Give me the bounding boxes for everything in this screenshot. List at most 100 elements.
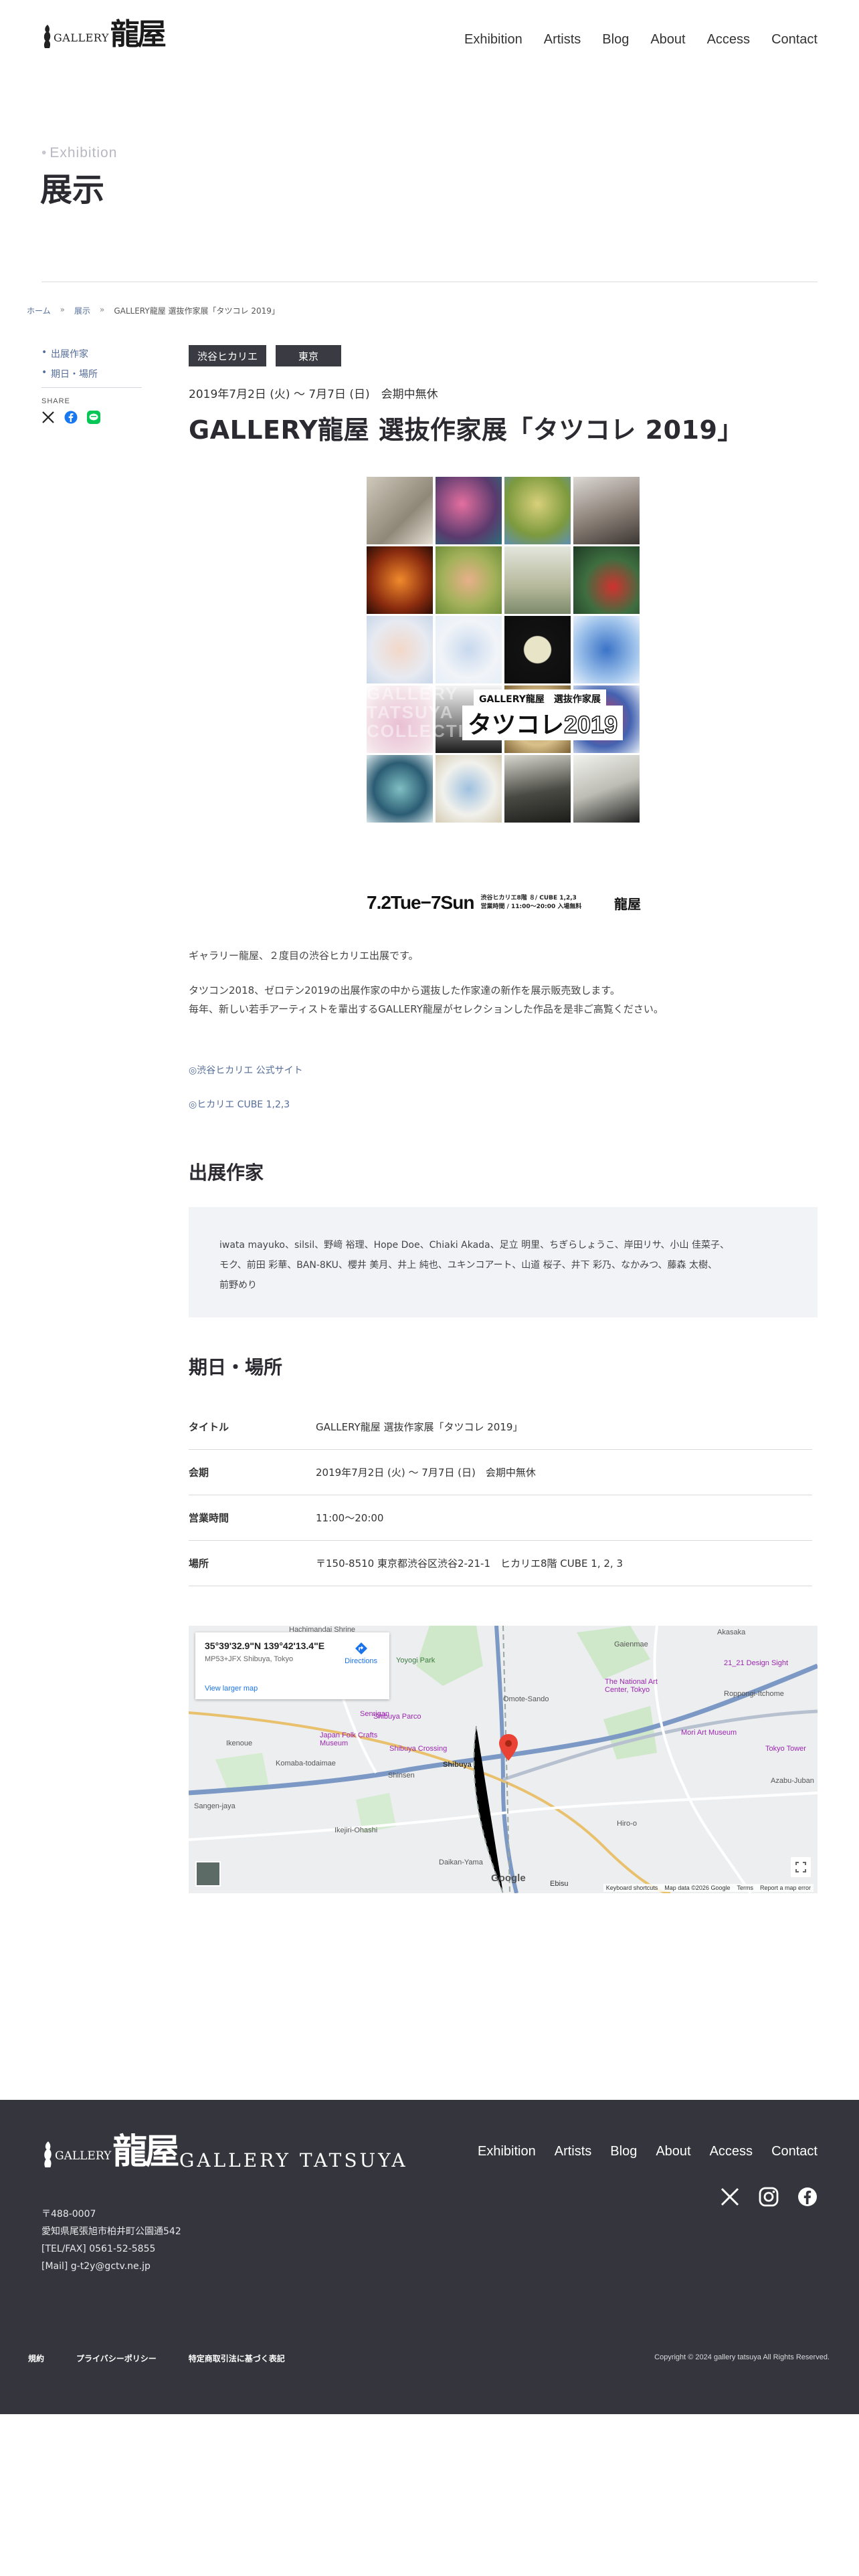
map-label: The National Art Center, Tokyo xyxy=(605,1678,658,1694)
map-pin-icon[interactable] xyxy=(499,1734,518,1761)
footer-social xyxy=(720,2187,818,2207)
footer-links: 規約 プライバシーポリシー 特定商取引法に基づく表記 xyxy=(28,2353,285,2364)
map-info-card: 35°39'32.9"N 139°42'13.4"E MP53+JFX Shib… xyxy=(195,1632,389,1699)
footer-nav-exhibition[interactable]: Exhibition xyxy=(478,2144,536,2159)
footer-nav: Exhibition Artists Blog About Access Con… xyxy=(478,2144,818,2159)
poster-artwork xyxy=(573,546,640,614)
map-label: Mori Art Museum xyxy=(681,1729,737,1737)
google-logo: Google xyxy=(491,1872,526,1884)
table-row: 営業時間 11:00〜20:00 xyxy=(189,1495,812,1541)
map-label: Shibuya xyxy=(443,1761,472,1769)
description-para: 毎年、新しい若手アーティストを輩出するGALLERY龍屋がセレクションした作品を… xyxy=(189,1003,664,1015)
footer-link-terms[interactable]: 規約 xyxy=(28,2353,44,2364)
poster-info: 7.2Tue−7Sun 渋谷ヒカリエ8階 ８/ CUBE 1,2,3 営業時間 … xyxy=(367,892,641,913)
map-label: Ikejiri-Ohashi xyxy=(335,1826,378,1834)
x-icon[interactable] xyxy=(41,411,55,424)
tags: 渋谷ヒカリエ 東京 xyxy=(189,345,342,366)
line-icon[interactable] xyxy=(87,411,100,424)
footer-nav-artists[interactable]: Artists xyxy=(555,2144,592,2159)
map-label: Senrigan xyxy=(360,1710,390,1718)
nav-blog[interactable]: Blog xyxy=(602,32,629,47)
map-data-credit: Map data ©2026 Google xyxy=(664,1885,731,1891)
poster-artwork xyxy=(573,616,640,683)
poster-artwork xyxy=(573,477,640,544)
breadcrumb: ホーム » 展示 » GALLERY龍屋 選抜作家展「タツコレ 2019」 xyxy=(27,305,280,316)
footer-nav-about[interactable]: About xyxy=(656,2144,690,2159)
nav-exhibition[interactable]: Exhibition xyxy=(464,32,522,47)
poster-artwork xyxy=(504,755,571,823)
poster-banner: タツコレ2019 xyxy=(462,706,624,740)
tag-venue[interactable]: 渋谷ヒカリエ xyxy=(189,345,267,366)
footer-link-privacy[interactable]: プライバシーポリシー xyxy=(76,2353,157,2364)
global-nav: Exhibition Artists Blog About Access Con… xyxy=(464,32,818,47)
map-layer-toggle[interactable] xyxy=(195,1861,221,1887)
map-larger-link[interactable]: View larger map xyxy=(205,1685,258,1693)
link-hikarie-site[interactable]: ◎渋谷ヒカリエ 公式サイト xyxy=(189,1063,303,1077)
link-hikarie-cube[interactable]: ◎ヒカリエ CUBE 1,2,3 xyxy=(189,1097,303,1111)
map-label: Japan Folk Crafts Museum xyxy=(320,1731,378,1747)
page-title: 展示 xyxy=(40,171,105,209)
nav-about[interactable]: About xyxy=(650,32,685,47)
poster-artwork xyxy=(436,616,502,683)
poster-artwork xyxy=(367,477,433,544)
nav-contact[interactable]: Contact xyxy=(771,32,818,47)
artists-heading: 出展作家 xyxy=(189,1162,264,1184)
footer-nav-access[interactable]: Access xyxy=(710,2144,753,2159)
footer-brand: GALLERY TATSUYA xyxy=(179,2149,408,2171)
exhibition-title: GALLERY龍屋 選抜作家展「タツコレ 2019」 xyxy=(189,415,743,445)
poster-artwork xyxy=(573,755,640,823)
footer-link-commerce[interactable]: 特定商取引法に基づく表記 xyxy=(189,2353,285,2364)
footer-nav-blog[interactable]: Blog xyxy=(610,2144,637,2159)
poster-artwork xyxy=(436,477,502,544)
footer-nav-contact[interactable]: Contact xyxy=(771,2144,818,2159)
logo-figure-icon xyxy=(43,25,51,48)
exhibition-links: ◎渋谷ヒカリエ 公式サイト ◎ヒカリエ CUBE 1,2,3 xyxy=(189,1063,303,1132)
venue-table: タイトル GALLERY龍屋 選抜作家展「タツコレ 2019」 会期 2019年7月… xyxy=(189,1404,812,1586)
description-para: ギャラリー龍屋、２度目の渋谷ヒカリエ出展です。 xyxy=(189,950,419,962)
x-icon[interactable] xyxy=(720,2187,740,2207)
instagram-icon[interactable] xyxy=(759,2187,779,2207)
map-label: Akasaka xyxy=(717,1628,746,1636)
nav-artists[interactable]: Artists xyxy=(544,32,581,47)
facebook-icon[interactable] xyxy=(797,2187,818,2207)
exhibition-description: ギャラリー龍屋、２度目の渋谷ヒカリエ出展です。 タツコン2018、ゼロテン201… xyxy=(189,946,664,1018)
poster-artwork xyxy=(436,755,502,823)
share-icons xyxy=(41,411,142,424)
sidebar-divider xyxy=(41,387,142,388)
poster-artwork xyxy=(436,546,502,614)
poster-artwork xyxy=(367,755,433,823)
exhibition-poster: GALLERY TATSUYA COLLECTION GALLERY龍屋 選抜作… xyxy=(367,477,641,918)
map-terms[interactable]: Terms xyxy=(737,1885,753,1891)
breadcrumb-home[interactable]: ホーム xyxy=(27,305,51,316)
fullscreen-icon[interactable] xyxy=(791,1857,811,1877)
description-para: タツコン2018、ゼロテン2019の出展作家の中から選抜した作家達の新作を展示販… xyxy=(189,984,620,996)
logo-text: GALLERY xyxy=(54,31,109,44)
share-label: SHARE xyxy=(41,397,70,405)
site-logo[interactable]: GALLERY 龍屋 xyxy=(41,17,167,51)
map-label: Omote-Sando xyxy=(503,1695,549,1703)
facebook-icon[interactable] xyxy=(64,411,78,424)
breadcrumb-section[interactable]: 展示 xyxy=(74,305,90,316)
poster-artwork xyxy=(367,546,433,614)
footer-logo[interactable]: GALLERY 龍屋 xyxy=(41,2135,179,2169)
logo-kanji: 龍屋 xyxy=(110,17,167,51)
directions-icon xyxy=(355,1642,367,1654)
poster-artwork xyxy=(504,546,571,614)
tag-region[interactable]: 東京 xyxy=(276,345,342,366)
map-label: Komaba-todaimae xyxy=(276,1759,336,1767)
artists-list: iwata mayuko、silsil、野﨑 裕理、Hope Doe、Chiak… xyxy=(189,1207,818,1317)
map-keyboard-shortcuts[interactable]: Keyboard shortcuts xyxy=(606,1885,658,1891)
table-row: 場所 〒150-8510 東京都渋谷区渋谷2-21-1 ヒカリエ8階 CUBE 1… xyxy=(189,1541,812,1586)
google-map[interactable]: Yoyogi Park Hachimandai Shrine Gaienmae … xyxy=(189,1626,818,1893)
map-label: Roppongi-Itchome xyxy=(724,1690,784,1698)
poster-artwork xyxy=(367,616,433,683)
table-row: タイトル GALLERY龍屋 選抜作家展「タツコレ 2019」 xyxy=(189,1404,812,1450)
map-directions[interactable]: Directions xyxy=(345,1642,377,1665)
sidebar-link-date-place[interactable]: 期日・場所 xyxy=(41,367,142,381)
site-footer: GALLERY 龍屋 GALLERY TATSUYA Exhibition Ar… xyxy=(0,2100,859,2414)
map-report-error[interactable]: Report a map error xyxy=(760,1885,811,1891)
page-title-en: • Exhibition xyxy=(41,145,118,160)
sidebar: 出展作家 期日・場所 SHARE xyxy=(41,347,142,424)
nav-access[interactable]: Access xyxy=(707,32,750,47)
sidebar-link-artists[interactable]: 出展作家 xyxy=(41,347,142,360)
